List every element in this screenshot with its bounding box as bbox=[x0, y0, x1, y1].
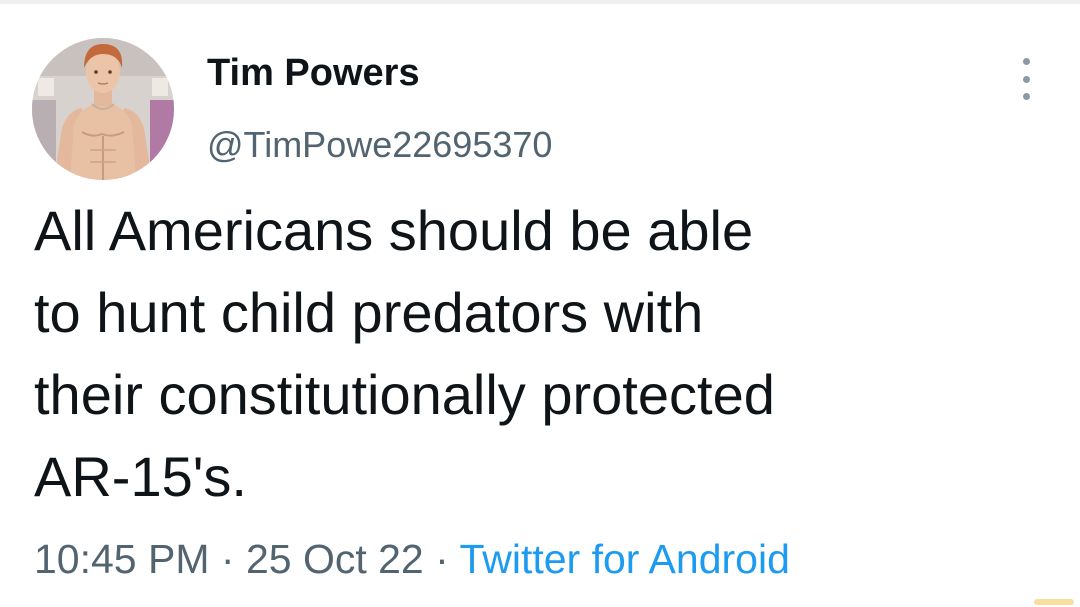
more-options-icon bbox=[1022, 58, 1030, 65]
tweet-text: All Americans should be able to hunt chi… bbox=[34, 190, 1034, 518]
meta-separator: · bbox=[435, 536, 460, 582]
meta-separator: · bbox=[220, 536, 246, 582]
tweet-text-line: to hunt child predators with bbox=[34, 281, 704, 344]
more-options-button[interactable] bbox=[1010, 58, 1042, 100]
avatar-image bbox=[32, 38, 174, 180]
author-handle[interactable]: @TimPowe22695370 bbox=[207, 124, 552, 166]
tweet-text-line: All Americans should be able bbox=[34, 199, 754, 262]
tweet-text-line: AR-15's. bbox=[34, 445, 247, 508]
tweet-time[interactable]: 10:45 PM bbox=[34, 536, 210, 582]
more-options-icon-dot bbox=[1022, 93, 1030, 100]
corner-watermark bbox=[1034, 599, 1074, 605]
tweet-text-line: their constitutionally protected bbox=[34, 363, 775, 426]
author-display-name[interactable]: Tim Powers bbox=[207, 52, 420, 95]
more-options-icon-dot bbox=[1022, 75, 1030, 83]
tweet-date[interactable]: 25 Oct 22 bbox=[246, 536, 424, 582]
tweet-metadata: 10:45 PM · 25 Oct 22 · Twitter for Andro… bbox=[34, 536, 790, 583]
tweet-card: Tim Powers @TimPowe22695370 All American… bbox=[0, 0, 1080, 607]
tweet-source-link[interactable]: Twitter for Android bbox=[459, 536, 789, 582]
avatar[interactable] bbox=[32, 38, 174, 180]
